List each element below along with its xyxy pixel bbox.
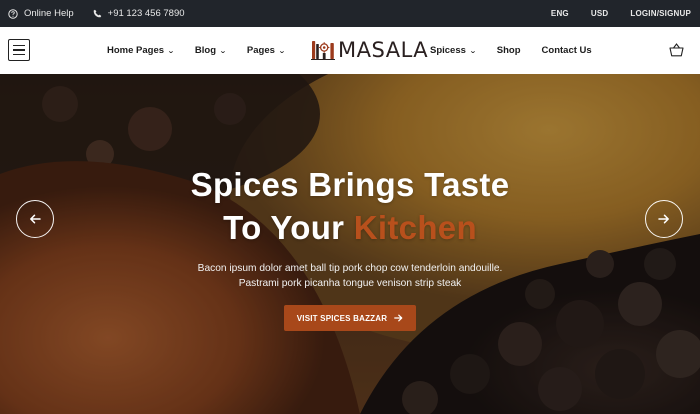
hamburger-menu-icon[interactable]	[8, 39, 30, 61]
nav-item-pages[interactable]: Pages ⌄	[246, 45, 286, 56]
nav-menu-left: Home Pages ⌄ Blog ⌄ Pages ⌄	[107, 27, 306, 74]
language-selector[interactable]: ENG	[551, 9, 569, 18]
nav-item-label: Spicess	[430, 45, 466, 56]
hero-subtext-line1: Bacon ipsum dolor amet ball tip pork cho…	[197, 263, 503, 274]
cta-label: VISIT SPICES BAZZAR	[296, 313, 388, 323]
shopping-basket-icon[interactable]	[669, 43, 684, 62]
main-navigation: Home Pages ⌄ Blog ⌄ Pages ⌄ MASALA Spicess ⌄…	[0, 27, 700, 74]
spice-jars-logo-icon	[311, 41, 335, 60]
visit-spices-bazzar-button[interactable]: VISIT SPICES BAZZAR	[284, 305, 416, 331]
nav-menu-right: Spicess ⌄ Shop Contact Us	[430, 27, 613, 74]
hero-banner: Spices Brings Taste To Your Kitchen Baco…	[0, 74, 700, 414]
chevron-down-icon: ⌄	[219, 47, 227, 55]
nav-item-shop[interactable]: Shop	[497, 45, 521, 56]
hero-subtext-line2: Pastrami pork picanha tongue venison str…	[238, 278, 462, 289]
headline-accent-word: Kitchen	[353, 209, 477, 246]
arrow-right-icon	[394, 314, 403, 322]
nav-item-blog[interactable]: Blog ⌄	[194, 45, 227, 56]
nav-item-home-pages[interactable]: Home Pages ⌄	[107, 45, 175, 56]
hero-headline-line2: To Your Kitchen	[0, 207, 700, 249]
online-help-link[interactable]: Online Help	[8, 8, 74, 19]
phone-icon	[93, 9, 101, 18]
nav-item-spicess[interactable]: Spicess ⌄	[430, 45, 477, 56]
nav-item-label: Pages	[246, 45, 275, 56]
chevron-down-icon: ⌄	[278, 47, 286, 55]
phone-link[interactable]: +91 123 456 7890	[93, 8, 185, 19]
logo-text: MASALA	[338, 38, 429, 62]
nav-item-label: Blog	[194, 45, 217, 56]
question-circle-icon	[8, 8, 18, 19]
chevron-down-icon: ⌄	[167, 47, 175, 55]
nav-item-label: Home Pages	[107, 45, 165, 56]
headline-prefix: To Your	[223, 209, 354, 246]
currency-selector[interactable]: USD	[591, 9, 609, 18]
nav-item-label: Shop	[496, 45, 521, 56]
online-help-label: Online Help	[24, 8, 74, 19]
login-signup-link[interactable]: LOGIN/SIGNUP	[630, 9, 691, 18]
phone-number: +91 123 456 7890	[107, 8, 185, 19]
nav-item-contact-us[interactable]: Contact Us	[542, 45, 592, 56]
chevron-down-icon: ⌄	[469, 47, 477, 55]
nav-item-label: Contact Us	[541, 45, 592, 56]
site-logo[interactable]: MASALA	[311, 37, 428, 63]
hero-headline-line1: Spices Brings Taste	[190, 166, 510, 203]
top-bar: Online Help +91 123 456 7890 ENG USD LOG…	[0, 0, 700, 27]
